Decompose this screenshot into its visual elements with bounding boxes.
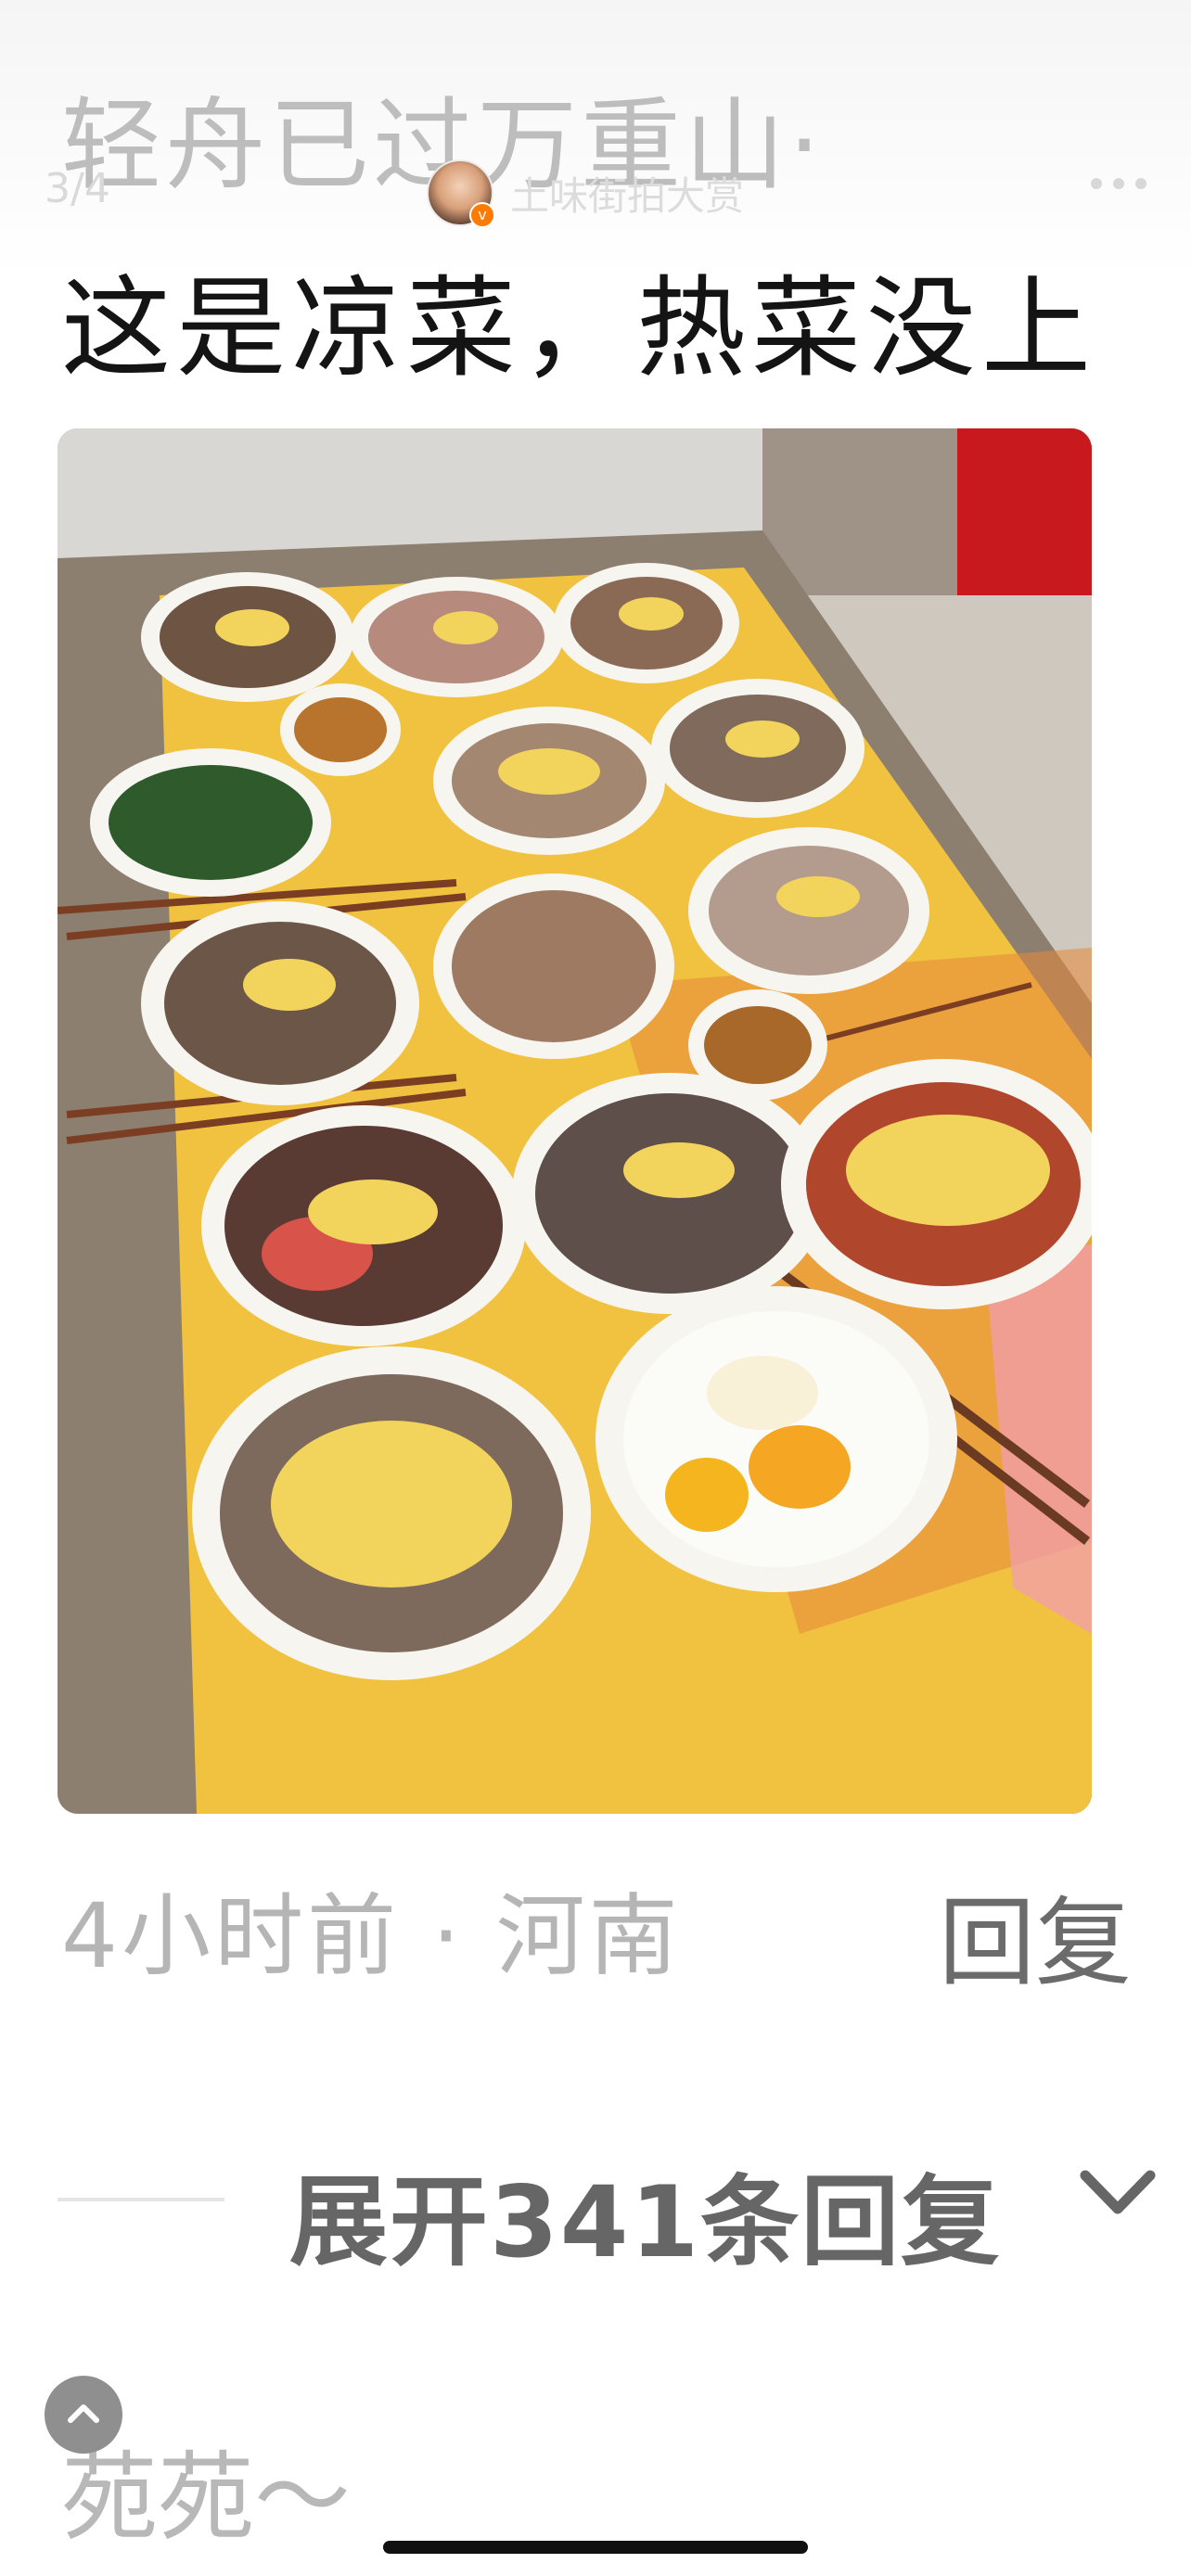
- viewer-topbar: 3/4 v 土味街拍大赏: [0, 158, 1191, 232]
- chevron-up-icon: [68, 2404, 99, 2423]
- dishes-photo: [58, 428, 1092, 1814]
- chevron-down-icon[interactable]: [1076, 2164, 1159, 2220]
- dot: [1113, 178, 1124, 189]
- dot: [1091, 178, 1102, 189]
- expand-replies-row[interactable]: 展开341条回复: [0, 2133, 1191, 2279]
- avatar[interactable]: v: [427, 159, 495, 228]
- scroll-to-top-button[interactable]: [45, 2376, 122, 2454]
- channel-name[interactable]: 土味街拍大赏: [510, 165, 744, 222]
- divider: [58, 2198, 224, 2201]
- channel-header[interactable]: v 土味街拍大赏: [427, 158, 744, 228]
- reply-button[interactable]: 回复: [939, 1864, 1132, 2004]
- comment-meta: 4小时前 · 河南: [61, 1884, 682, 1988]
- home-indicator[interactable]: [383, 2541, 808, 2554]
- verified-badge-icon: v: [469, 202, 495, 228]
- page-counter: 3/4: [45, 165, 110, 212]
- comment-photo[interactable]: [58, 428, 1092, 1814]
- dot: [1135, 178, 1146, 189]
- comment-text: 这是凉菜，热菜没上: [61, 264, 1097, 392]
- more-dots-icon[interactable]: [1091, 178, 1146, 189]
- expand-replies-label[interactable]: 展开341条回复: [289, 2142, 1001, 2285]
